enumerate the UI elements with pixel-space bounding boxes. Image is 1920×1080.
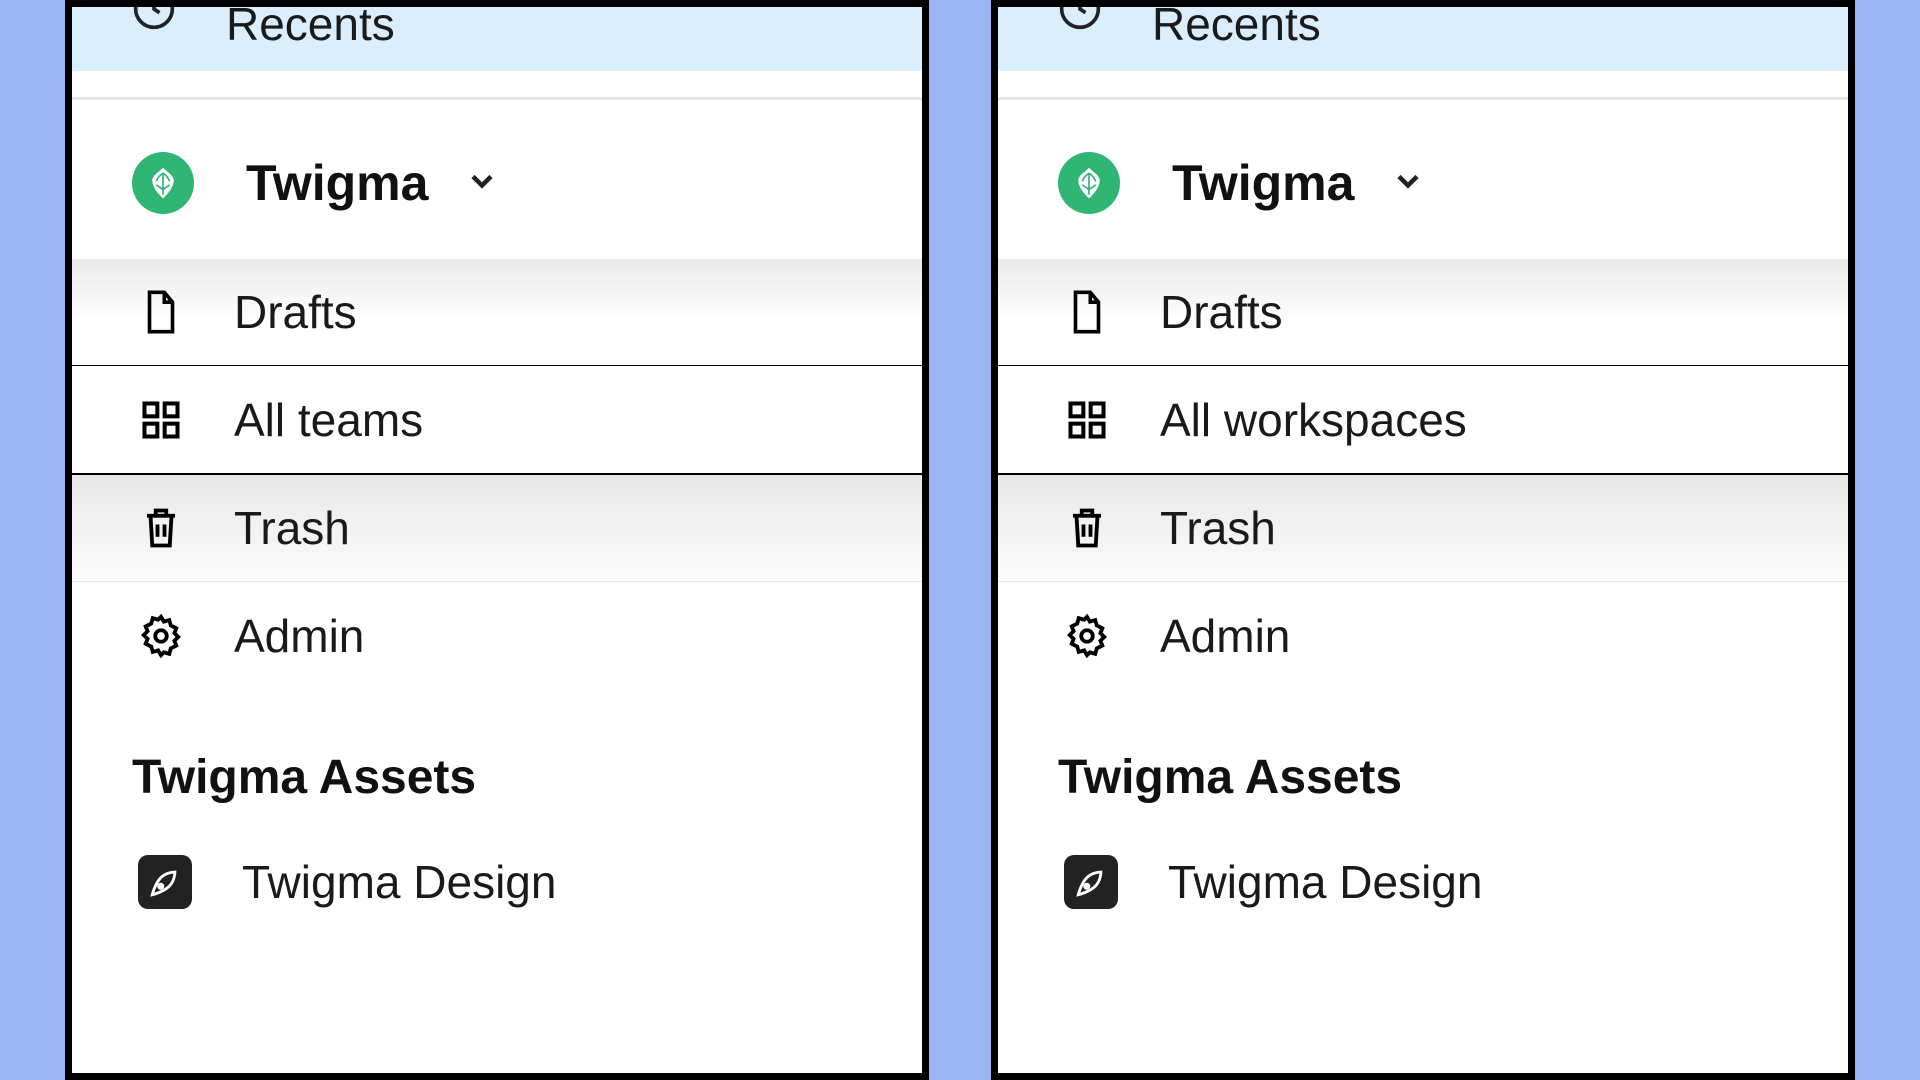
clock-icon [1058,0,1102,31]
org-switcher[interactable]: Twigma [998,100,1848,258]
asset-item[interactable]: Twigma Design [72,835,922,929]
org-name: Twigma [1172,154,1354,212]
nav-admin-label: Admin [234,609,364,663]
sidebar-panel-left: Recents Twigma Drafts All teams Trash Ad [65,0,929,1080]
nav-recents-label: Recents [226,0,395,51]
org-avatar [1058,152,1120,214]
org-avatar [132,152,194,214]
pen-icon [1064,855,1118,909]
nav-all-label: All workspaces [1160,393,1467,447]
nav-trash-label: Trash [1160,501,1276,555]
org-name: Twigma [246,154,428,212]
nav-all[interactable]: All workspaces [998,366,1848,474]
nav-all[interactable]: All teams [72,366,922,474]
org-switcher[interactable]: Twigma [72,100,922,258]
nav-trash[interactable]: Trash [998,474,1848,582]
grid-icon [138,397,184,443]
asset-item-label: Twigma Design [242,855,556,909]
file-icon [1064,289,1110,335]
chevron-down-icon [1390,163,1426,204]
nav-drafts[interactable]: Drafts [998,258,1848,366]
pen-icon [138,855,192,909]
gear-icon [1064,613,1110,659]
assets-section-title: Twigma Assets [998,690,1848,835]
nav-drafts[interactable]: Drafts [72,258,922,366]
gear-icon [138,613,184,659]
trash-icon [138,505,184,551]
clock-icon [132,0,176,31]
asset-item-label: Twigma Design [1168,855,1482,909]
assets-section-title: Twigma Assets [72,690,922,835]
nav-trash[interactable]: Trash [72,474,922,582]
nav-drafts-label: Drafts [1160,285,1283,339]
nav-trash-label: Trash [234,501,350,555]
nav-admin[interactable]: Admin [998,582,1848,690]
nav-admin-label: Admin [1160,609,1290,663]
file-icon [138,289,184,335]
nav-admin[interactable]: Admin [72,582,922,690]
nav-all-label: All teams [234,393,423,447]
nav-drafts-label: Drafts [234,285,357,339]
trash-icon [1064,505,1110,551]
nav-recents[interactable]: Recents [72,7,922,71]
nav-recents[interactable]: Recents [998,7,1848,71]
asset-item[interactable]: Twigma Design [998,835,1848,929]
grid-icon [1064,397,1110,443]
chevron-down-icon [464,163,500,204]
sidebar-panel-right: Recents Twigma Drafts All workspaces Tra… [991,0,1855,1080]
nav-recents-label: Recents [1152,0,1321,51]
